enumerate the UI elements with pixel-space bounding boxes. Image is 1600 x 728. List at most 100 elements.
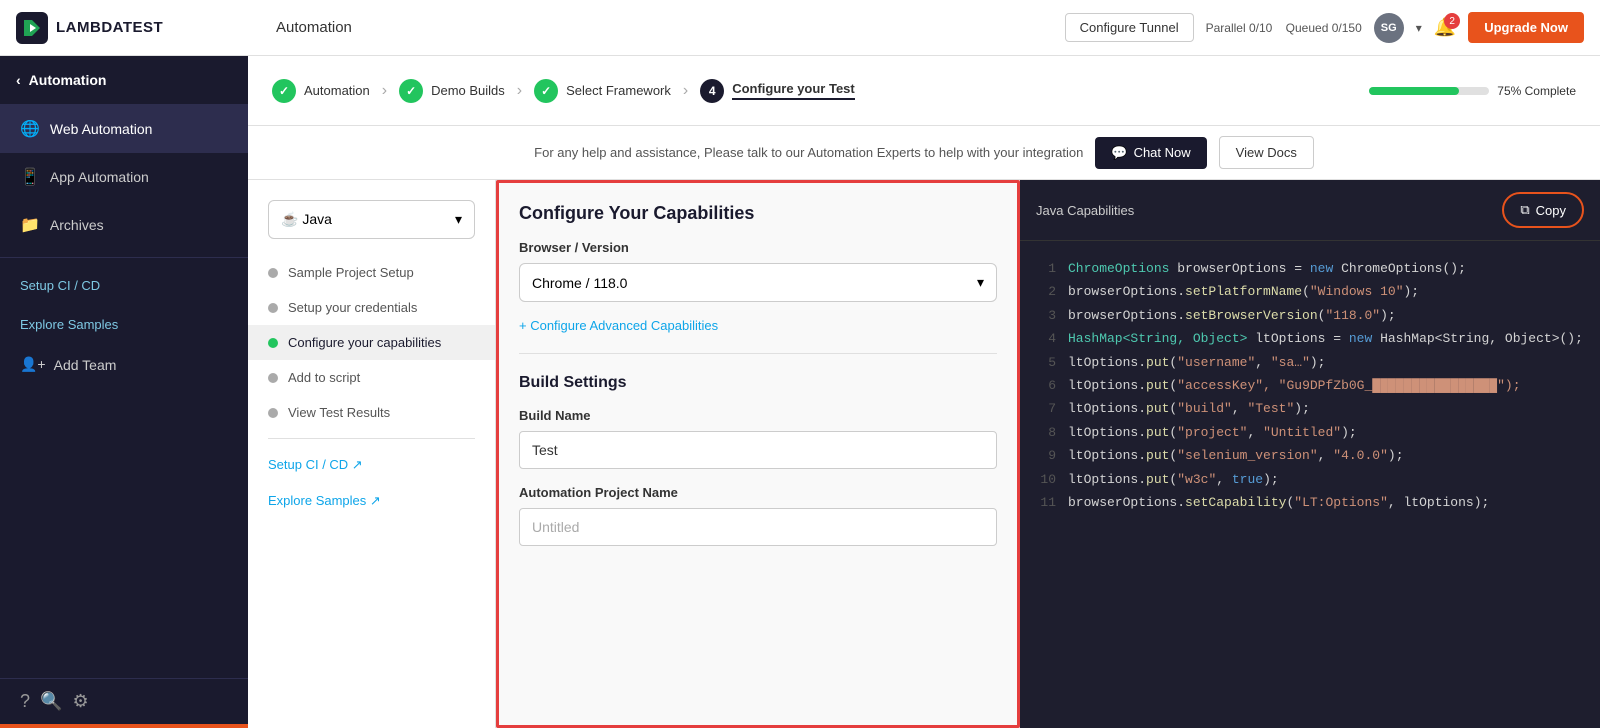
step-3-label: Select Framework xyxy=(566,83,671,98)
build-name-input[interactable] xyxy=(519,431,997,469)
code-token: ltOptions. xyxy=(1068,378,1146,393)
chevron-down-icon[interactable]: ▾ xyxy=(1416,21,1422,35)
step-3: ✓ Select Framework xyxy=(534,79,671,103)
code-text: browserOptions.setCapability("LT:Options… xyxy=(1068,491,1489,514)
ci-cd-link[interactable]: Setup CI / CD ↗ xyxy=(248,447,495,483)
step-1-label: Automation xyxy=(304,83,370,98)
step-configure-capabilities[interactable]: Configure your capabilities xyxy=(248,325,495,360)
code-text: ltOptions.put("build", "Test"); xyxy=(1068,397,1310,420)
section-divider xyxy=(519,353,997,354)
notification-badge: 2 xyxy=(1444,13,1460,29)
browser-selector[interactable]: Chrome / 118.0 ▾ xyxy=(519,263,997,302)
left-panel: ☕ Java ▾ Sample Project Setup Setup your… xyxy=(248,180,496,728)
java-icon: ☕ xyxy=(281,211,298,227)
parallel-stats: Parallel 0/10 Queued 0/150 xyxy=(1206,21,1362,35)
code-token: ); xyxy=(1341,425,1357,440)
code-token: ltOptions. xyxy=(1068,472,1146,487)
chat-icon: 💬 xyxy=(1111,145,1127,161)
advanced-capabilities-link[interactable]: + Configure Advanced Capabilities xyxy=(519,318,997,333)
configure-tunnel-button[interactable]: Configure Tunnel xyxy=(1065,13,1194,42)
progress-area: 75% Complete xyxy=(1369,84,1576,98)
code-token: ); xyxy=(1388,448,1404,463)
sidebar-item-web-automation[interactable]: 🌐 Web Automation xyxy=(0,105,248,153)
step-2-label: Demo Builds xyxy=(431,83,505,98)
code-token: "accessKey" xyxy=(1177,378,1263,393)
step-setup-credentials[interactable]: Setup your credentials xyxy=(248,290,495,325)
sidebar-item-app-automation[interactable]: 📱 App Automation xyxy=(0,153,248,201)
code-token: ); xyxy=(1294,401,1310,416)
sidebar-divider xyxy=(0,257,248,258)
step-view-test-results[interactable]: View Test Results xyxy=(248,395,495,430)
step-arrow-2: › xyxy=(517,82,522,100)
dot-add-script xyxy=(268,373,278,383)
sidebar-item-archives[interactable]: 📁 Archives xyxy=(0,201,248,249)
code-token: , xyxy=(1247,425,1263,440)
line-number: 9 xyxy=(1036,444,1056,467)
step-3-circle: ✓ xyxy=(534,79,558,103)
project-name-label: Automation Project Name xyxy=(519,485,997,500)
progress-bar-fill xyxy=(1369,87,1459,95)
line-number: 4 xyxy=(1036,327,1056,350)
code-token: ChromeOptions(); xyxy=(1333,261,1466,276)
step-1-circle: ✓ xyxy=(272,79,296,103)
line-number: 3 xyxy=(1036,304,1056,327)
setup-ci-cd-link[interactable]: Setup CI / CD xyxy=(0,266,248,305)
upgrade-button[interactable]: Upgrade Now xyxy=(1468,12,1584,43)
add-team-button[interactable]: 👤+ Add Team xyxy=(0,344,248,385)
code-token: , "Gu9DPfZb0G_████████████████"); xyxy=(1263,378,1520,393)
step-list: Sample Project Setup Setup your credenti… xyxy=(248,255,495,430)
code-panel-title: Java Capabilities xyxy=(1036,203,1134,218)
code-header: Java Capabilities ⧉ Copy xyxy=(1020,180,1600,241)
settings-icon[interactable]: ⚙ xyxy=(72,691,88,712)
code-token: ( xyxy=(1302,284,1310,299)
search-icon[interactable]: 🔍 xyxy=(40,691,62,712)
code-token: put xyxy=(1146,355,1169,370)
copy-button[interactable]: ⧉ Copy xyxy=(1502,192,1584,228)
code-token: put xyxy=(1146,448,1169,463)
browser-label: Browser / Version xyxy=(519,240,997,255)
step-add-to-script[interactable]: Add to script xyxy=(248,360,495,395)
step-sample-project[interactable]: Sample Project Setup xyxy=(248,255,495,290)
view-docs-button[interactable]: View Docs xyxy=(1219,136,1314,169)
code-token: "Windows 10" xyxy=(1310,284,1404,299)
code-token: HashMap<String, Object>(); xyxy=(1372,331,1583,346)
explore-samples-link[interactable]: Explore Samples xyxy=(0,305,248,344)
build-settings-title: Build Settings xyxy=(519,374,997,392)
dropdown-chevron-icon: ▾ xyxy=(455,211,462,228)
code-token: put xyxy=(1146,472,1169,487)
code-text: ChromeOptions browserOptions = new Chrom… xyxy=(1068,257,1466,280)
code-line: 4HashMap<String, Object> ltOptions = new… xyxy=(1036,327,1584,350)
step-1: ✓ Automation xyxy=(272,79,370,103)
code-token: ); xyxy=(1380,308,1396,323)
code-token: "build" xyxy=(1177,401,1232,416)
code-token: ltOptions. xyxy=(1068,401,1146,416)
notifications-button[interactable]: 🔔 2 xyxy=(1434,17,1456,38)
code-token: true xyxy=(1232,472,1263,487)
code-token: , xyxy=(1318,448,1334,463)
language-selector[interactable]: ☕ Java ▾ xyxy=(268,200,475,239)
line-number: 8 xyxy=(1036,421,1056,444)
code-token: ltOptions. xyxy=(1068,425,1146,440)
code-token: "118.0" xyxy=(1325,308,1380,323)
code-line: 11browserOptions.setCapability("LT:Optio… xyxy=(1036,491,1584,514)
content-area: ✓ Automation › ✓ Demo Builds › ✓ Select … xyxy=(248,56,1600,728)
line-number: 6 xyxy=(1036,374,1056,397)
code-token: "selenium_version" xyxy=(1177,448,1317,463)
step-4: 4 Configure your Test xyxy=(700,79,855,103)
capabilities-title: Configure Your Capabilities xyxy=(519,203,997,224)
sidebar-back-button[interactable]: ‹ Automation xyxy=(0,56,248,105)
code-token: setBrowserVersion xyxy=(1185,308,1318,323)
help-icon[interactable]: ? xyxy=(20,691,30,712)
avatar: SG xyxy=(1374,13,1404,43)
lambdatest-logo-icon xyxy=(16,12,48,44)
code-token: "4.0.0" xyxy=(1333,448,1388,463)
sidebar-bottom: ? 🔍 ⚙ xyxy=(0,678,248,724)
chat-now-button[interactable]: 💬 Chat Now xyxy=(1095,137,1206,169)
dot-credentials xyxy=(268,303,278,313)
code-line: 7ltOptions.put("build", "Test"); xyxy=(1036,397,1584,420)
build-name-label: Build Name xyxy=(519,408,997,423)
project-name-input[interactable] xyxy=(519,508,997,546)
line-number: 10 xyxy=(1036,468,1056,491)
explore-samples-link-left[interactable]: Explore Samples ↗ xyxy=(248,483,495,519)
bottom-accent-bar xyxy=(0,724,248,728)
